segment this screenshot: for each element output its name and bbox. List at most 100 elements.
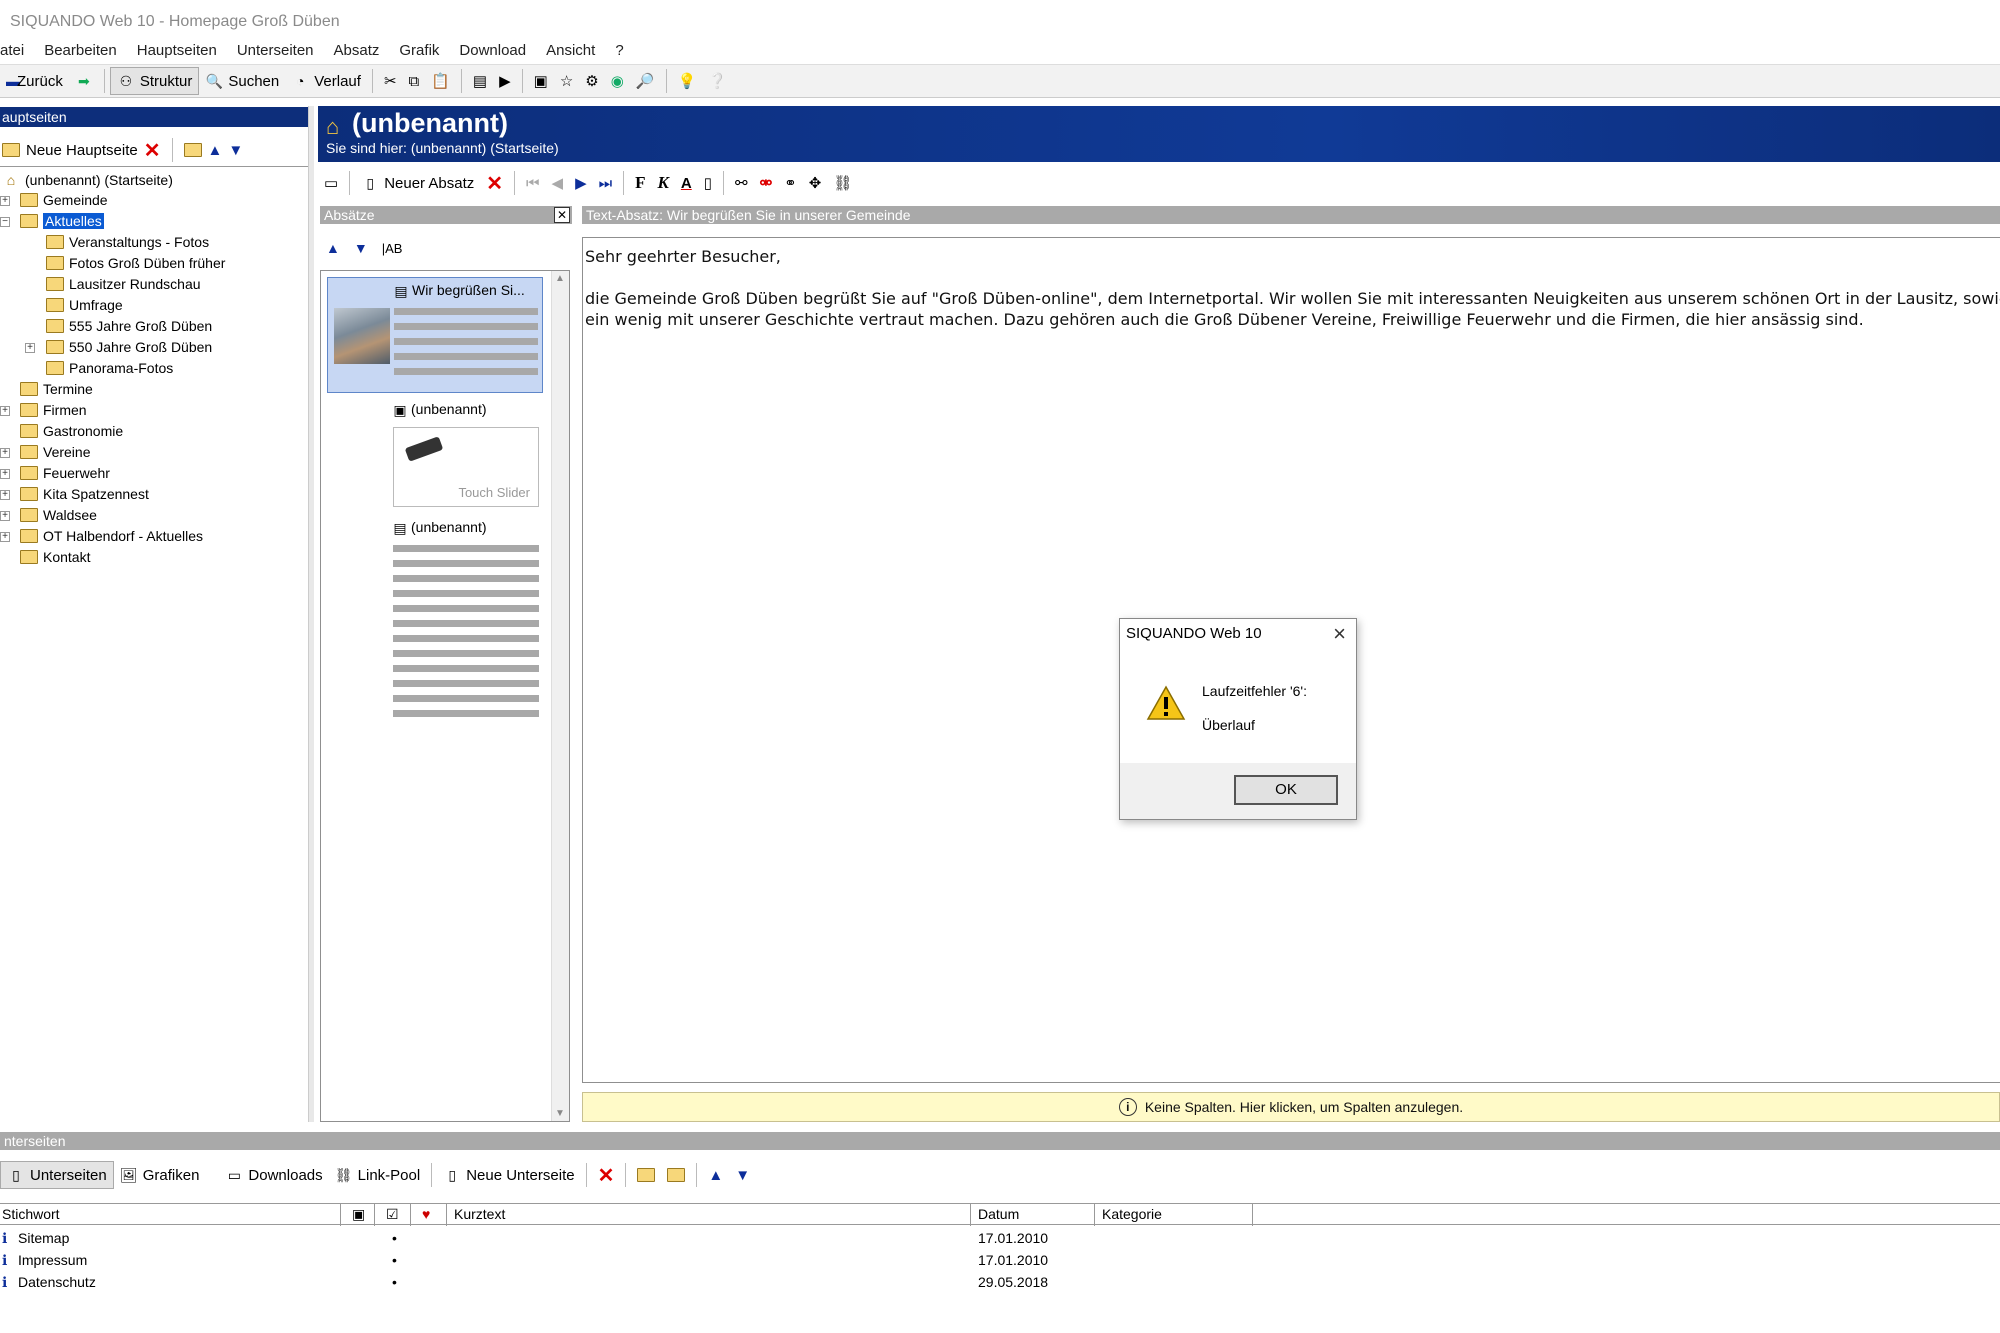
insert-object-icon[interactable]: ⛓: [827, 169, 858, 197]
tree-item[interactable]: Feuerwehr: [20, 463, 110, 483]
glossary-icon[interactable]: ✥: [803, 169, 828, 197]
column-heart-icon[interactable]: ♥: [422, 1206, 430, 1222]
anchor-icon[interactable]: ⚭: [778, 169, 803, 197]
text-color-icon[interactable]: A: [675, 169, 698, 197]
scroll-down-icon[interactable]: ▼: [555, 1108, 565, 1119]
close-icon[interactable]: ×: [1333, 621, 1346, 647]
history-button[interactable]: ◔ Verlauf: [285, 67, 367, 95]
move-to-folder-icon[interactable]: [631, 1161, 661, 1189]
scroll-up-icon[interactable]: ▲: [555, 273, 565, 284]
paragraph-item[interactable]: ▣ (unbenannt) Touch Slider: [327, 397, 543, 509]
expand-icon[interactable]: +: [0, 511, 10, 521]
previous-icon[interactable]: ◀: [546, 169, 570, 197]
column-date[interactable]: Datum: [978, 1206, 1019, 1222]
tree-item[interactable]: OT Halbendorf - Aktuelles: [20, 526, 203, 546]
splitter[interactable]: [308, 106, 314, 1122]
layout-icon[interactable]: ▭: [318, 169, 344, 197]
expand-icon[interactable]: +: [0, 490, 10, 500]
tree-item[interactable]: Aktuelles: [20, 211, 104, 231]
tree-item[interactable]: Gastronomie: [20, 421, 123, 441]
properties-icon[interactable]: ▤: [467, 67, 493, 95]
last-icon[interactable]: ⏭: [593, 169, 619, 197]
tree-item[interactable]: Kontakt: [20, 547, 90, 567]
new-subpage-button[interactable]: ▯ Neue Unterseite: [437, 1161, 580, 1189]
tree-item[interactable]: Lausitzer Rundschau: [46, 274, 201, 294]
menu-unterseiten[interactable]: Unterseiten: [237, 42, 314, 59]
expand-icon[interactable]: +: [0, 448, 10, 458]
help-icon[interactable]: ❔: [702, 67, 733, 95]
delete-icon[interactable]: ✕: [144, 138, 161, 163]
new-main-page-button[interactable]: Neue Hauptseite: [26, 142, 138, 159]
tab-graphics[interactable]: 🖼 Grafiken: [114, 1161, 206, 1189]
lightbulb-icon[interactable]: 💡: [672, 67, 703, 95]
first-icon[interactable]: ⏮: [520, 169, 546, 197]
structure-button[interactable]: ⚇ Struktur: [109, 67, 200, 95]
menu-grafik[interactable]: Grafik: [399, 42, 439, 59]
move-up-icon[interactable]: ▲: [208, 142, 223, 159]
publish-icon[interactable]: ▣: [528, 67, 554, 95]
new-folder-icon[interactable]: [183, 143, 202, 157]
column-short-text[interactable]: Kurztext: [454, 1206, 505, 1222]
column-category[interactable]: Kategorie: [1102, 1206, 1162, 1222]
preview-icon[interactable]: ▶: [493, 67, 517, 95]
tree-item[interactable]: Gemeinde: [20, 190, 108, 210]
menu-absatz[interactable]: Absatz: [334, 42, 380, 59]
bold-icon[interactable]: F: [629, 169, 651, 197]
close-icon[interactable]: ✕: [554, 207, 570, 223]
settings-icon[interactable]: ⚙: [579, 67, 604, 95]
paste-icon[interactable]: 📋: [425, 67, 456, 95]
favorite-icon[interactable]: ☆: [554, 67, 579, 95]
paragraph-item-selected[interactable]: ▤ Wir begrüßen Si...: [327, 277, 543, 393]
tab-downloads[interactable]: ▭ Downloads: [219, 1161, 328, 1189]
menu-ansicht[interactable]: Ansicht: [546, 42, 595, 59]
tree-item[interactable]: 555 Jahre Groß Düben: [46, 316, 212, 336]
move-up-icon[interactable]: ▲: [702, 1161, 729, 1189]
menu-download[interactable]: Download: [459, 42, 526, 59]
vertical-scrollbar[interactable]: ▲ ▼: [551, 271, 569, 1121]
tree-item[interactable]: Termine: [20, 379, 93, 399]
move-up-icon[interactable]: ▲: [326, 240, 340, 256]
italic-icon[interactable]: K: [652, 169, 675, 197]
expand-icon[interactable]: +: [0, 469, 10, 479]
menu-bearbeiten[interactable]: Bearbeiten: [44, 42, 117, 59]
column-keyword[interactable]: Stichwort: [2, 1206, 60, 1222]
tree-item[interactable]: Umfrage: [46, 295, 123, 315]
column-check-icon[interactable]: ☑: [386, 1206, 399, 1223]
tab-linkpool[interactable]: ⛓ Link-Pool: [329, 1161, 427, 1189]
new-paragraph-button[interactable]: ▯ Neuer Absatz: [355, 169, 480, 197]
next-icon[interactable]: ▶: [569, 169, 593, 197]
tree-item[interactable]: Vereine: [20, 442, 90, 462]
tree-item[interactable]: Panorama-Fotos: [46, 358, 173, 378]
menu-help[interactable]: ?: [615, 42, 623, 59]
table-row[interactable]: ℹ Impressum • 17.01.2010: [0, 1249, 2000, 1271]
unlink-icon[interactable]: ⚮: [754, 169, 779, 197]
rename-icon[interactable]: |AB: [382, 241, 403, 256]
tab-subpages[interactable]: ▯ Unterseiten: [0, 1161, 114, 1189]
menu-datei[interactable]: atei: [0, 42, 24, 59]
expand-icon[interactable]: +: [25, 343, 35, 353]
ok-button[interactable]: OK: [1234, 775, 1338, 805]
tree-item[interactable]: Kita Spatzennest: [20, 484, 149, 504]
new-folder-icon[interactable]: [661, 1161, 691, 1189]
menu-hauptseiten[interactable]: Hauptseiten: [137, 42, 217, 59]
tree-item[interactable]: Veranstaltungs - Fotos: [46, 232, 209, 252]
copy-icon[interactable]: ⧉: [403, 67, 426, 95]
expand-icon[interactable]: +: [0, 532, 10, 542]
tree-item[interactable]: Fotos Groß Düben früher: [46, 253, 225, 273]
tree-item[interactable]: ⌂ (unbenannt) (Startseite): [2, 170, 173, 190]
cut-icon[interactable]: ✂: [378, 67, 403, 95]
expand-icon[interactable]: +: [0, 196, 10, 206]
delete-icon[interactable]: ✕: [480, 169, 509, 197]
paragraph-item[interactable]: ▤ (unbenannt): [327, 515, 543, 745]
columns-info-bar[interactable]: i Keine Spalten. Hier klicken, um Spalte…: [582, 1092, 2000, 1122]
highlight-icon[interactable]: ▯: [698, 169, 718, 197]
table-row[interactable]: ℹ Sitemap • 17.01.2010: [0, 1227, 2000, 1249]
move-down-icon[interactable]: ▼: [729, 1161, 756, 1189]
search-button[interactable]: 🔍 Suchen: [199, 67, 285, 95]
globe-icon[interactable]: ◉: [605, 67, 630, 95]
column-image-icon[interactable]: ▣: [352, 1206, 365, 1223]
forward-button[interactable]: ➡: [69, 67, 99, 95]
link-icon[interactable]: ⚯: [729, 169, 754, 197]
tree-item[interactable]: Firmen: [20, 400, 87, 420]
collapse-icon[interactable]: −: [0, 217, 10, 227]
